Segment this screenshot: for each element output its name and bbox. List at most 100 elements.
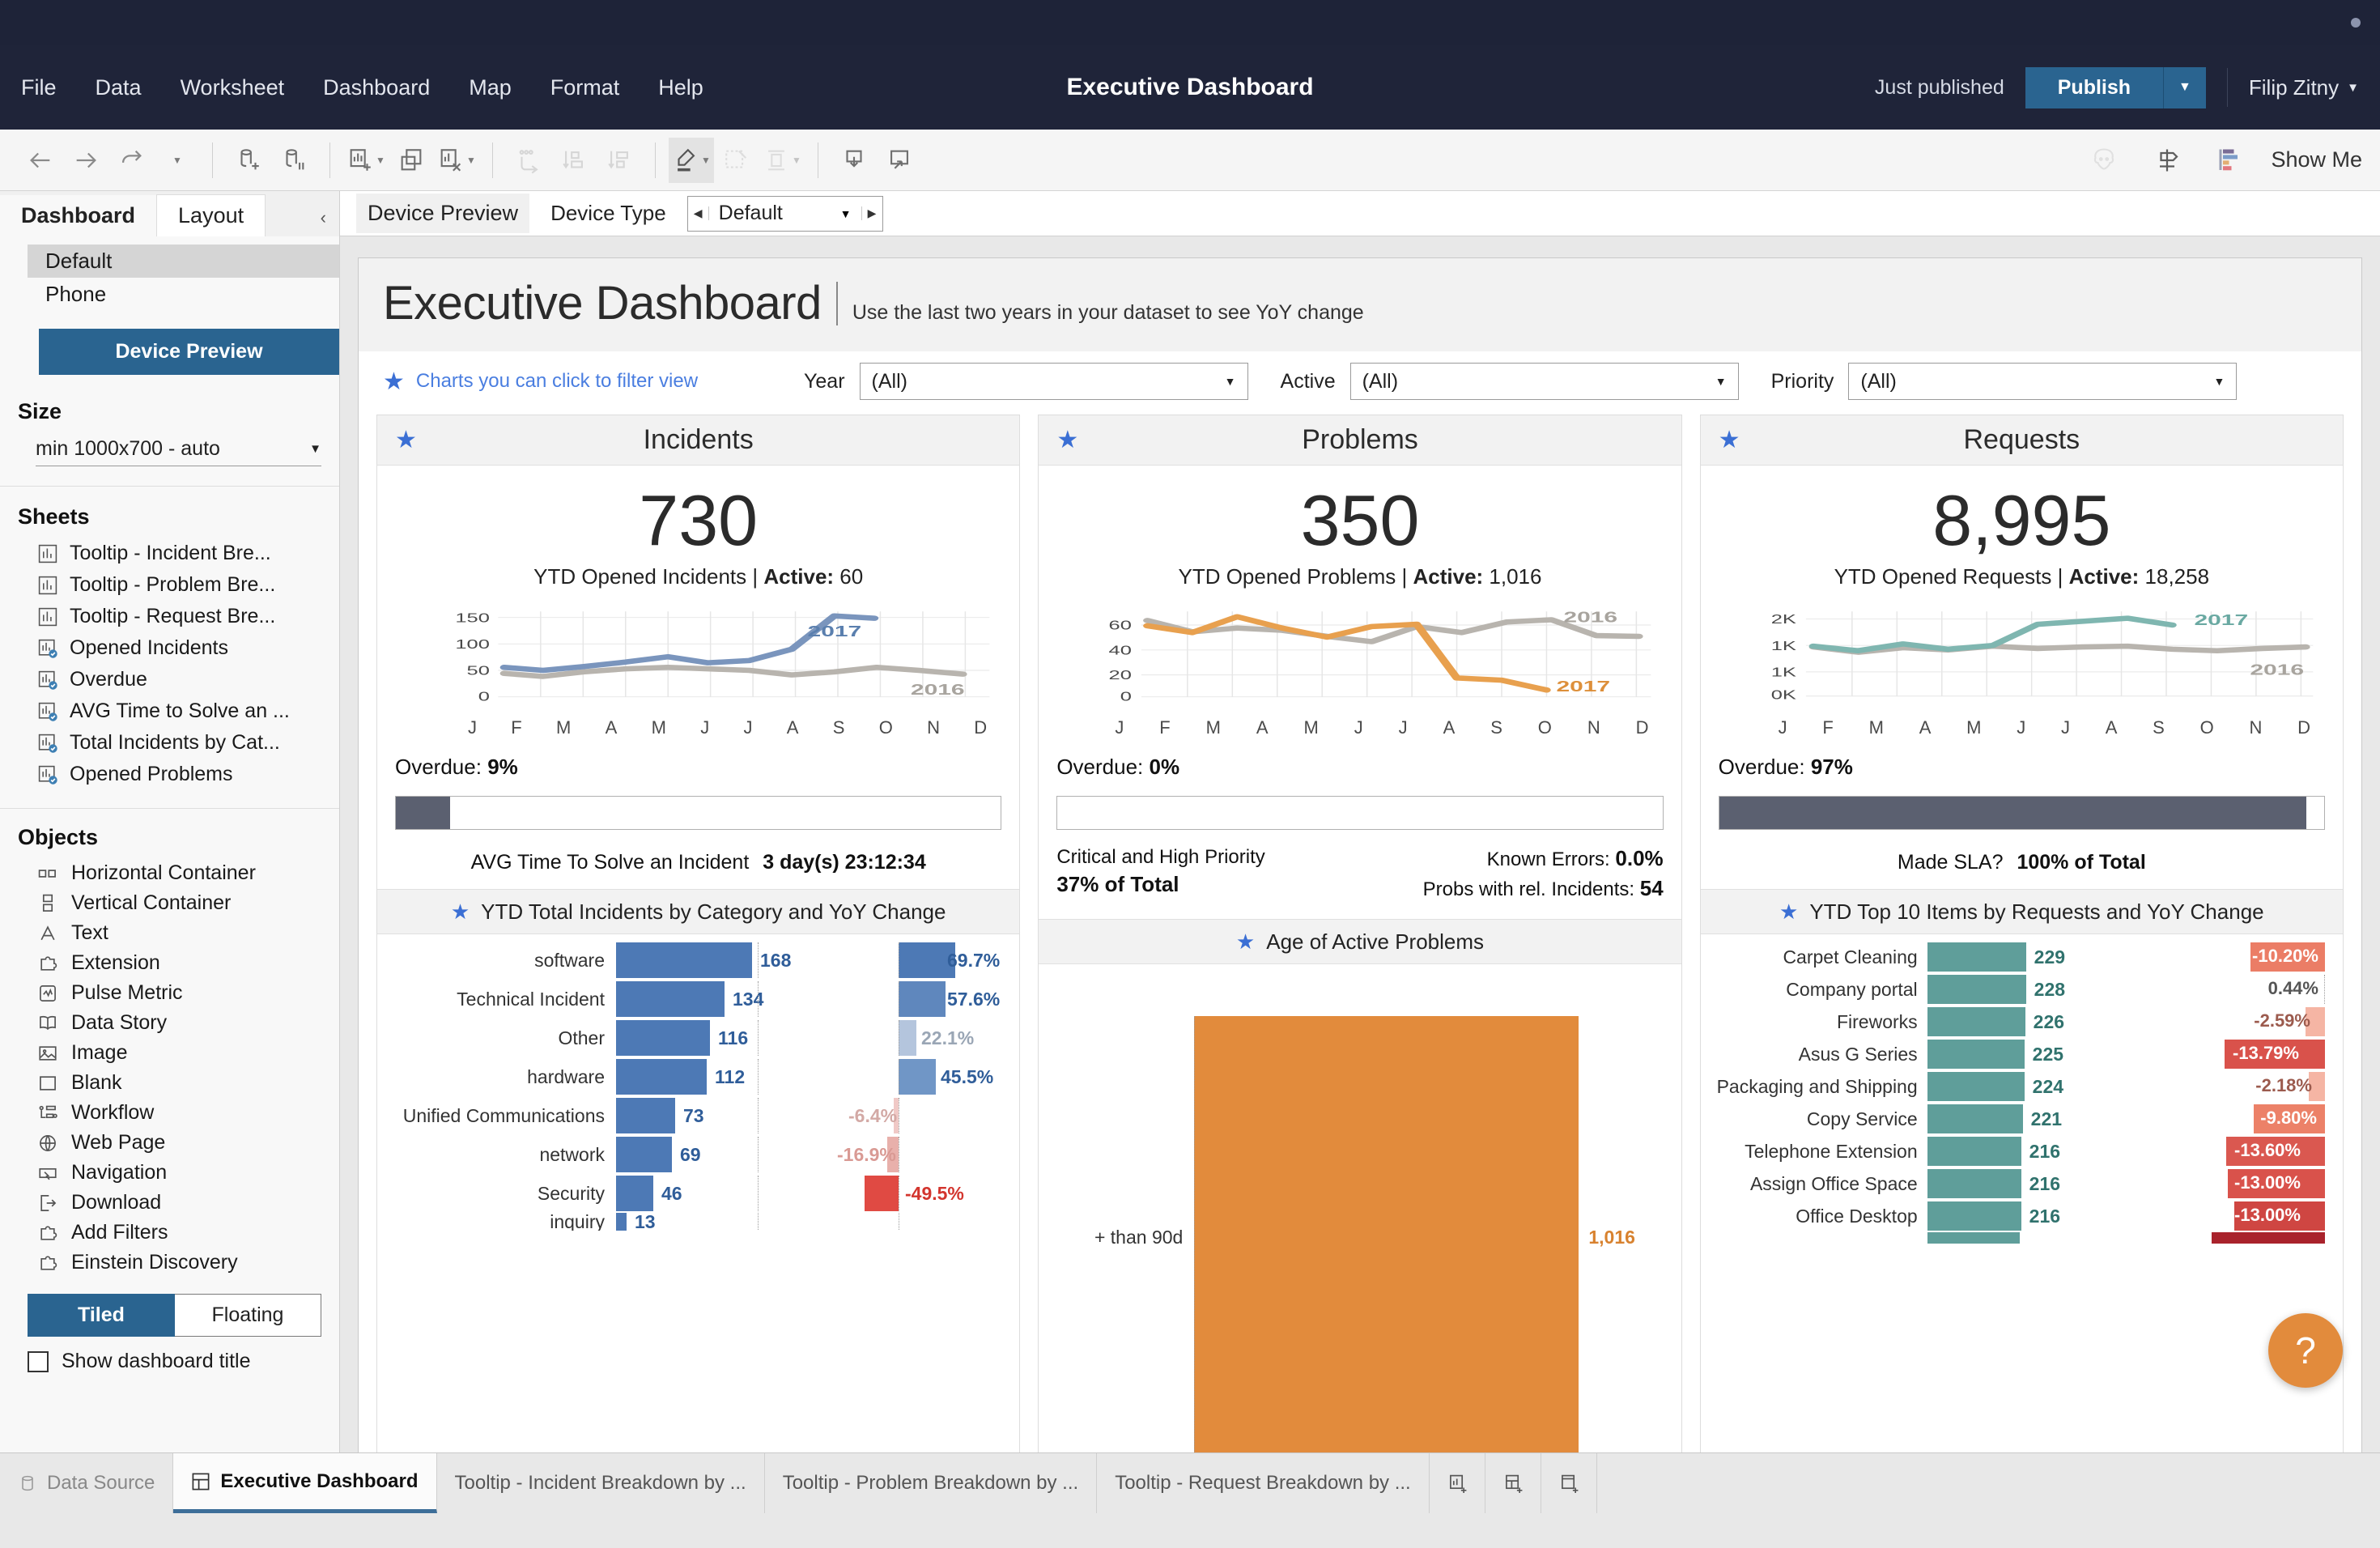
new-data-source-icon[interactable] — [226, 138, 271, 183]
sort-descending-icon[interactable] — [597, 138, 642, 183]
help-button[interactable]: ? — [2268, 1313, 2343, 1388]
tab-tooltip-request-breakdown[interactable]: Tooltip - Request Breakdown by ... — [1097, 1453, 1430, 1513]
user-menu[interactable]: Filip Zitny ▼ — [2249, 75, 2359, 100]
table-row[interactable]: Other 116 22.1% — [385, 1019, 1011, 1057]
new-dashboard-tab-button[interactable] — [1485, 1453, 1541, 1513]
table-row[interactable]: Copy Service 221 -9.80% — [1709, 1103, 2335, 1135]
table-row[interactable]: Carpet Cleaning 229 -10.20% — [1709, 941, 2335, 973]
sheet-item[interactable]: Overdue — [0, 664, 339, 695]
table-row[interactable]: Fireworks 226 -2.59% — [1709, 1006, 2335, 1038]
size-dropdown[interactable]: min 1000x700 - auto ▼ — [36, 437, 321, 466]
layout-tiled-button[interactable]: Tiled — [28, 1294, 175, 1337]
table-row[interactable]: Office Desktop 216 -13.00% — [1709, 1200, 2335, 1232]
object-einstein-discovery[interactable]: Einstein Discovery — [0, 1248, 339, 1278]
menu-help[interactable]: Help — [639, 69, 723, 107]
collapse-panel-icon[interactable]: ‹ — [308, 199, 339, 236]
table-row[interactable]: hardware 112 45.5% — [385, 1057, 1011, 1096]
menu-worksheet[interactable]: Worksheet — [161, 69, 304, 107]
new-worksheet-tab-button[interactable] — [1430, 1453, 1485, 1513]
panel-problems-header[interactable]: ★ Problems — [1039, 415, 1681, 466]
requests-sparkline[interactable]: 2K 1K 1K 0K 2017 2016 JFMAMJJASOND — [1701, 589, 2343, 742]
object-image[interactable]: Image — [0, 1038, 339, 1068]
table-row[interactable]: network 69 -16.9% — [385, 1135, 1011, 1174]
object-web-page[interactable]: Web Page — [0, 1128, 339, 1158]
signpost-icon[interactable] — [2144, 138, 2190, 183]
menu-map[interactable]: Map — [449, 69, 531, 107]
sheet-item[interactable]: Tooltip - Incident Bre... — [0, 538, 339, 569]
filter-priority-select[interactable]: (All) ▼ — [1848, 363, 2237, 400]
menu-file[interactable]: File — [21, 69, 76, 107]
object-navigation[interactable]: Navigation — [0, 1158, 339, 1188]
incidents-sparkline[interactable]: 150 100 50 0 2017 2016 JFMAMJJASOND — [377, 589, 1019, 742]
object-horizontal-container[interactable]: Horizontal Container — [0, 858, 339, 888]
object-extension[interactable]: Extension — [0, 948, 339, 978]
sheet-item[interactable]: Tooltip - Problem Bre... — [0, 569, 339, 601]
menu-dashboard[interactable]: Dashboard — [304, 69, 449, 107]
object-add-filters[interactable]: Add Filters — [0, 1218, 339, 1248]
present-mode-icon[interactable] — [877, 138, 922, 183]
table-row[interactable]: Company portal 228 0.44% — [1709, 973, 2335, 1006]
tab-tooltip-incident-breakdown[interactable]: Tooltip - Incident Breakdown by ... — [437, 1453, 765, 1513]
highlighter-icon[interactable]: ▼ — [669, 138, 714, 183]
device-preview-label[interactable]: Device Preview — [356, 194, 529, 233]
show-dashboard-title-checkbox[interactable] — [28, 1351, 49, 1372]
show-dashboard-title-row[interactable]: Show dashboard title — [28, 1350, 339, 1373]
download-icon[interactable] — [831, 138, 877, 183]
einstein-icon[interactable] — [2081, 138, 2127, 183]
show-me-label[interactable]: Show Me — [2271, 147, 2362, 172]
sheet-item[interactable]: Tooltip - Request Bre... — [0, 601, 339, 632]
tab-tooltip-problem-breakdown[interactable]: Tooltip - Problem Breakdown by ... — [765, 1453, 1098, 1513]
object-text[interactable]: Text — [0, 918, 339, 948]
table-row[interactable]: Technical Incident 134 57.6% — [385, 980, 1011, 1019]
incidents-category-chart[interactable]: software 168 69.7% Technical Incident 13… — [377, 934, 1019, 1490]
problems-subchart-header[interactable]: ★ Age of Active Problems — [1039, 919, 1681, 964]
show-me-icon[interactable] — [2208, 138, 2253, 183]
back-icon[interactable] — [18, 138, 63, 183]
sheet-item[interactable]: Opened Incidents — [0, 632, 339, 664]
publish-dropdown-caret-icon[interactable]: ▼ — [2163, 67, 2206, 108]
table-row[interactable]: Assign Office Space 216 -13.00% — [1709, 1167, 2335, 1200]
duplicate-worksheet-icon[interactable] — [389, 138, 434, 183]
chevron-down-icon[interactable]: ▼ — [831, 207, 861, 220]
table-row[interactable]: software 168 69.7% — [385, 941, 1011, 980]
tab-layout[interactable]: Layout — [156, 194, 266, 236]
tab-data-source[interactable]: Data Source — [0, 1453, 173, 1513]
annotate-icon[interactable] — [714, 138, 759, 183]
pause-auto-updates-icon[interactable] — [271, 138, 317, 183]
tab-dashboard[interactable]: Dashboard — [0, 195, 156, 236]
new-story-tab-button[interactable] — [1541, 1453, 1597, 1513]
device-type-prev-icon[interactable]: ◀ — [688, 206, 709, 220]
table-row[interactable]: Telephone Extension 216 -13.60% — [1709, 1135, 2335, 1167]
sheet-item[interactable]: Opened Problems — [0, 759, 339, 790]
device-type-select[interactable]: ◀ Default ▼ ▶ — [687, 196, 883, 232]
sheet-item[interactable]: Total Incidents by Cat... — [0, 727, 339, 759]
table-row[interactable]: Packaging and Shipping 224 -2.18% — [1709, 1070, 2335, 1103]
menu-data[interactable]: Data — [76, 69, 161, 107]
table-row[interactable]: Security 46 -49.5% — [385, 1174, 1011, 1213]
object-blank[interactable]: Blank — [0, 1068, 339, 1098]
device-option-default[interactable]: Default — [28, 245, 339, 278]
menu-format[interactable]: Format — [531, 69, 640, 107]
problems-sparkline[interactable]: 60 40 20 0 2016 2017 JFMAMJJASOND — [1039, 589, 1681, 742]
object-data-story[interactable]: Data Story — [0, 1008, 339, 1038]
publish-button[interactable]: Publish — [2025, 67, 2163, 108]
forward-icon[interactable] — [63, 138, 108, 183]
table-row[interactable]: Unified Communications 73 -6.4% — [385, 1096, 1011, 1135]
clear-sheet-icon[interactable]: ▼ — [434, 138, 479, 183]
fit-size-icon[interactable]: ▼ — [759, 138, 805, 183]
redo-icon[interactable] — [108, 138, 154, 183]
table-row[interactable] — [1709, 1232, 2335, 1244]
new-worksheet-icon[interactable]: ▼ — [343, 138, 389, 183]
incidents-subchart-header[interactable]: ★ YTD Total Incidents by Category and Yo… — [377, 889, 1019, 934]
filter-year-select[interactable]: (All) ▼ — [860, 363, 1248, 400]
filter-active-select[interactable]: (All) ▼ — [1350, 363, 1739, 400]
device-option-phone[interactable]: Phone — [0, 278, 339, 311]
table-row[interactable]: Asus G Series 225 -13.79% — [1709, 1038, 2335, 1070]
object-vertical-container[interactable]: Vertical Container — [0, 888, 339, 918]
requests-subchart-header[interactable]: ★ YTD Top 10 Items by Requests and YoY C… — [1701, 889, 2343, 934]
layout-floating-button[interactable]: Floating — [175, 1294, 321, 1337]
sort-ascending-icon[interactable] — [551, 138, 597, 183]
requests-top10-chart[interactable]: Carpet Cleaning 229 -10.20% Company port… — [1701, 934, 2343, 1490]
object-pulse-metric[interactable]: Pulse Metric — [0, 978, 339, 1008]
panel-incidents-header[interactable]: ★ Incidents — [377, 415, 1019, 466]
